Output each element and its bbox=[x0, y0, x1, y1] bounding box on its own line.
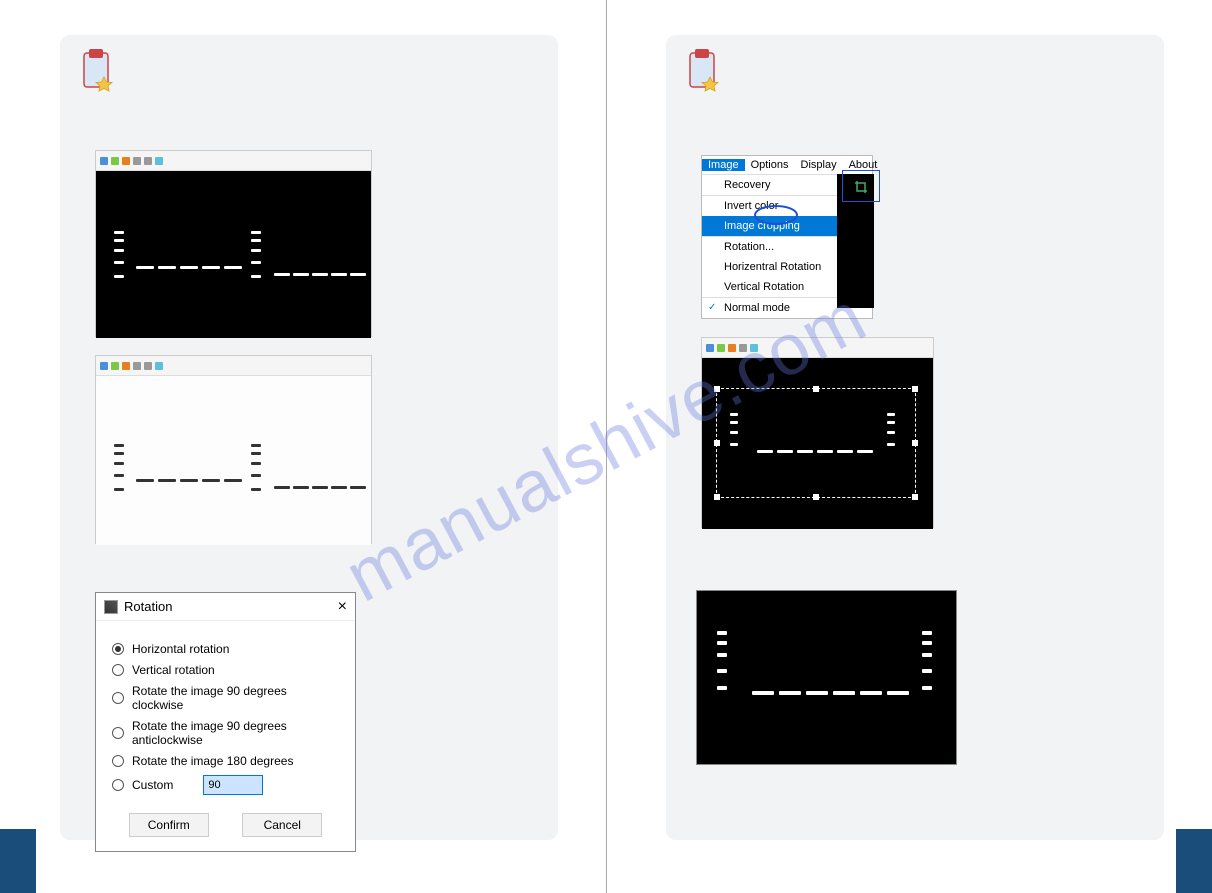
annotation-circle bbox=[754, 205, 798, 225]
radio-label: Vertical rotation bbox=[132, 663, 215, 677]
app-toolbar bbox=[96, 151, 371, 171]
menu-image[interactable]: Image bbox=[702, 159, 745, 171]
radio-vertical[interactable]: Vertical rotation bbox=[112, 663, 339, 677]
menu-item-rotation[interactable]: Rotation... bbox=[702, 236, 837, 257]
radio-label: Rotate the image 180 degrees bbox=[132, 754, 293, 768]
crop-selection[interactable] bbox=[716, 388, 916, 498]
radio-custom[interactable]: Custom bbox=[112, 775, 339, 795]
crop-icon bbox=[854, 180, 868, 194]
menu-display[interactable]: Display bbox=[795, 159, 843, 171]
radio-label: Horizontal rotation bbox=[132, 642, 229, 656]
menu-item-hrot[interactable]: Horizentral Rotation bbox=[702, 257, 837, 277]
clipboard-star-icon bbox=[684, 47, 720, 98]
clipboard-star-icon bbox=[78, 47, 114, 98]
dialog-icon bbox=[104, 600, 118, 614]
gel-image-cropped-result bbox=[696, 590, 957, 765]
radio-label: Rotate the image 90 degrees anticlockwis… bbox=[132, 719, 339, 747]
radio-180[interactable]: Rotate the image 180 degrees bbox=[112, 754, 339, 768]
radio-ccw90[interactable]: Rotate the image 90 degrees anticlockwis… bbox=[112, 719, 339, 747]
page-corner-decoration bbox=[0, 829, 36, 893]
close-icon[interactable]: × bbox=[338, 598, 347, 616]
radio-label: Custom bbox=[132, 778, 173, 792]
menu-item-normal[interactable]: Normal mode bbox=[702, 297, 837, 318]
radio-horizontal[interactable]: Horizontal rotation bbox=[112, 642, 339, 656]
radio-label: Rotate the image 90 degrees clockwise bbox=[132, 684, 339, 712]
menu-item-recovery[interactable]: Recovery bbox=[702, 175, 837, 195]
left-card: Rotation × Horizontal rotation Vertical … bbox=[60, 35, 558, 840]
page-left: Rotation × Horizontal rotation Vertical … bbox=[0, 0, 606, 893]
custom-angle-input[interactable] bbox=[203, 775, 263, 795]
right-card: Image Options Display About Recovery Inv… bbox=[666, 35, 1164, 840]
cancel-button[interactable]: Cancel bbox=[242, 813, 322, 837]
rotation-dialog: Rotation × Horizontal rotation Vertical … bbox=[95, 592, 356, 852]
page-divider bbox=[606, 0, 607, 893]
gel-image-dark-left bbox=[95, 150, 372, 337]
menu-options[interactable]: Options bbox=[745, 159, 795, 171]
app-toolbar bbox=[96, 356, 371, 376]
confirm-button[interactable]: Confirm bbox=[129, 813, 209, 837]
dialog-titlebar: Rotation × bbox=[96, 593, 355, 621]
radio-cw90[interactable]: Rotate the image 90 degrees clockwise bbox=[112, 684, 339, 712]
dialog-title-text: Rotation bbox=[124, 599, 172, 614]
page-right: Image Options Display About Recovery Inv… bbox=[606, 0, 1212, 893]
menu-item-vrot[interactable]: Vertical Rotation bbox=[702, 277, 837, 297]
page-corner-decoration bbox=[1176, 829, 1212, 893]
app-toolbar bbox=[702, 338, 933, 358]
gel-image-light-left bbox=[95, 355, 372, 544]
gel-image-cropping bbox=[701, 337, 934, 528]
